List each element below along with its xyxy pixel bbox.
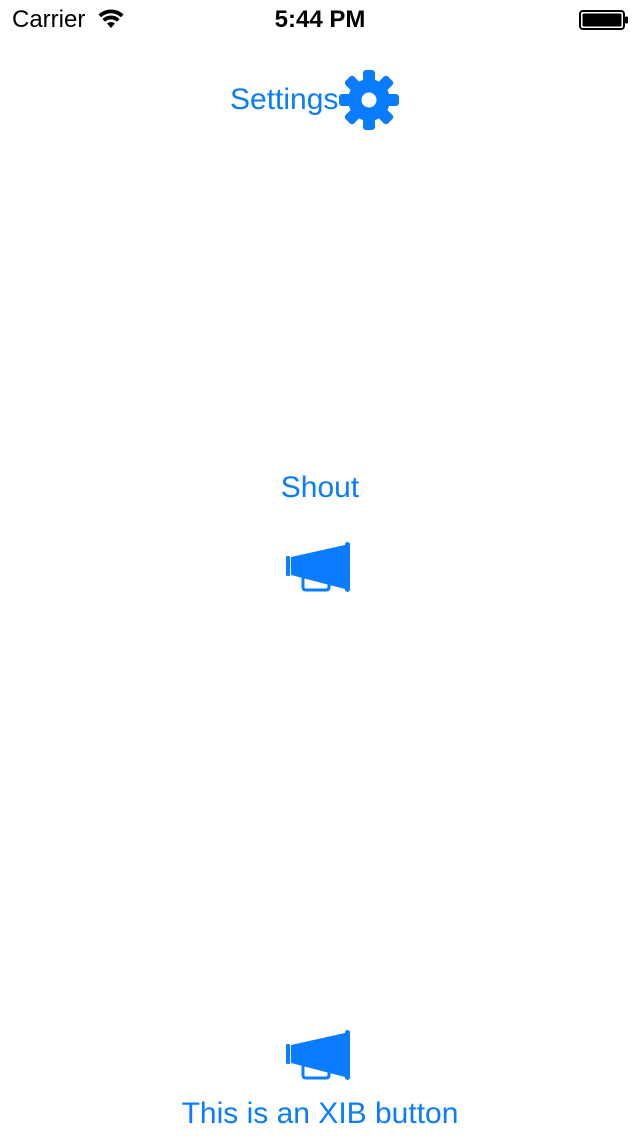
megaphone-icon[interactable] [283, 542, 355, 594]
xib-button[interactable]: This is an XIB button [0, 1096, 640, 1132]
settings-button[interactable]: Settings [230, 68, 412, 132]
status-time: 5:44 PM [274, 6, 366, 33]
xib-megaphone-icon[interactable] [283, 1030, 355, 1082]
app-screen: Carrier 5:44 PM Settings Shout This is a… [0, 0, 640, 1136]
gear-icon [339, 70, 400, 130]
shout-button[interactable]: Shout [0, 470, 640, 506]
battery-full-icon [579, 10, 628, 30]
settings-label: Settings [230, 83, 339, 116]
status-bar: Carrier 5:44 PM [0, 0, 640, 40]
